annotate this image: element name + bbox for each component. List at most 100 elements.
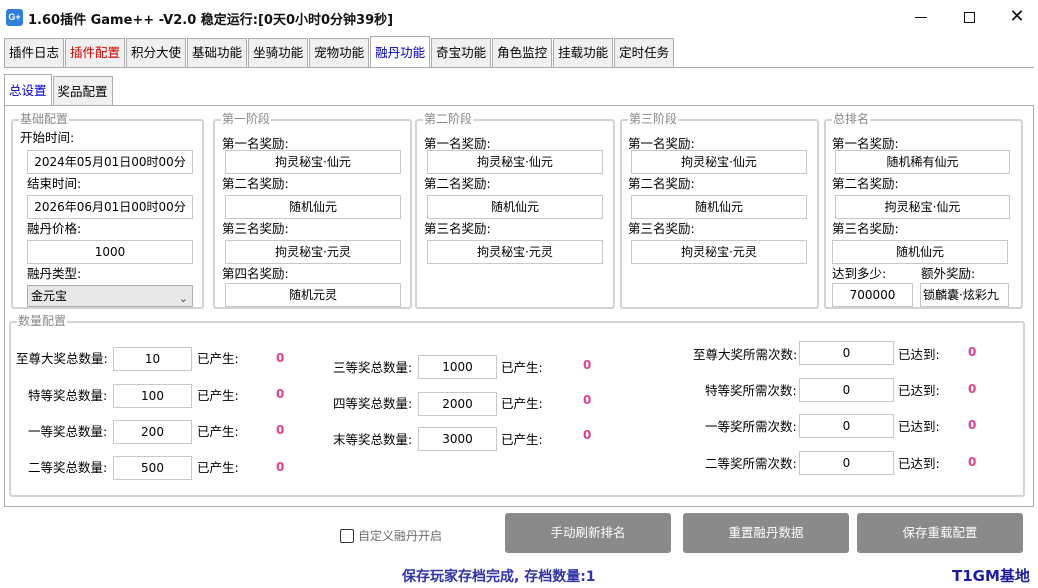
refresh-ranking-button[interactable]: 手动刷新排名 bbox=[505, 513, 671, 553]
tab-basic-functions[interactable]: 基础功能 bbox=[187, 38, 248, 67]
stage1-fourth-field[interactable]: 随机元灵 bbox=[225, 283, 401, 307]
second-required-label: 二等奖所需次数: bbox=[705, 456, 797, 471]
stage1-first-field[interactable]: 拘灵秘宝·仙元 bbox=[225, 150, 401, 174]
stage2-first-field[interactable]: 拘灵秘宝·仙元 bbox=[427, 150, 603, 174]
maximize-button[interactable] bbox=[944, 0, 994, 34]
stage3-third-field[interactable]: 拘灵秘宝·元灵 bbox=[631, 240, 807, 264]
last-prize-total-label: 末等奖总数量: bbox=[333, 432, 413, 447]
tab-role-monitor[interactable]: 角色监控 bbox=[492, 38, 553, 67]
tab-mount-functions[interactable]: 坐骑功能 bbox=[248, 38, 309, 67]
stage1-second-field[interactable]: 随机仙元 bbox=[225, 195, 401, 219]
stage1-third-field[interactable]: 拘灵秘宝·元灵 bbox=[225, 240, 401, 264]
main-tabs: 插件日志 插件配置 积分大使 基础功能 坐骑功能 宠物功能 融丹功能 奇宝功能 … bbox=[4, 36, 675, 68]
sub-tabs: 总设置 奖品配置 bbox=[4, 74, 114, 106]
close-icon: ✕ bbox=[1009, 6, 1025, 27]
fusion-price-field[interactable]: 1000 bbox=[27, 240, 193, 264]
second-required-field[interactable]: 0 bbox=[799, 451, 894, 475]
first-required-field[interactable]: 0 bbox=[799, 414, 894, 438]
custom-fusion-toggle[interactable]: 自定义融丹开启 bbox=[340, 527, 442, 544]
second-prize-total-field[interactable]: 500 bbox=[113, 456, 192, 480]
window-title: 1.60插件 Game++ -V2.0 稳定运行:[0天0小时0分钟39秒] bbox=[28, 13, 394, 28]
third-produced-count: 0 bbox=[583, 358, 592, 372]
tab-scheduled-tasks[interactable]: 定时任务 bbox=[614, 38, 675, 67]
subtab-general-settings[interactable]: 总设置 bbox=[4, 74, 52, 106]
maximize-icon bbox=[963, 11, 975, 23]
stage3-third-label: 第三名奖励: bbox=[628, 221, 695, 236]
supreme-produced-count: 0 bbox=[276, 351, 285, 365]
stage3-second-field[interactable]: 随机仙元 bbox=[631, 195, 807, 219]
custom-fusion-label: 自定义融丹开启 bbox=[358, 529, 443, 543]
second-produced-label: 已产生: bbox=[197, 460, 239, 475]
first-prize-total-label: 一等奖总数量: bbox=[28, 424, 108, 439]
reach-amount-field[interactable]: 700000 bbox=[832, 283, 913, 307]
subtab-prize-config[interactable]: 奖品配置 bbox=[52, 76, 113, 106]
reach-amount-label: 达到多少: bbox=[832, 266, 887, 281]
special-reached-label: 已达到: bbox=[898, 383, 940, 398]
start-time-label: 开始时间: bbox=[20, 130, 75, 145]
close-button[interactable]: ✕ bbox=[992, 0, 1038, 34]
special-produced-label: 已产生: bbox=[197, 388, 239, 403]
tab-points-ambassador[interactable]: 积分大使 bbox=[126, 38, 187, 67]
stage2-first-label: 第一名奖励: bbox=[424, 136, 491, 151]
third-prize-total-field[interactable]: 1000 bbox=[418, 355, 497, 379]
fusion-type-label: 融丹类型: bbox=[27, 266, 82, 281]
fourth-prize-total-field[interactable]: 2000 bbox=[418, 392, 497, 416]
stage1-second-label: 第二名奖励: bbox=[222, 176, 289, 191]
total-first-field[interactable]: 随机稀有仙元 bbox=[835, 150, 1010, 174]
start-time-field[interactable]: 2024年05月01日00时00分 bbox=[27, 150, 193, 174]
stage2-second-label: 第二名奖励: bbox=[424, 176, 491, 191]
custom-fusion-checkbox[interactable] bbox=[340, 528, 354, 543]
total-rank-title: 总排名 bbox=[832, 112, 871, 127]
total-second-field[interactable]: 拘灵秘宝·仙元 bbox=[835, 195, 1010, 219]
tab-hook-functions[interactable]: 挂载功能 bbox=[553, 38, 614, 67]
tab-pet-functions[interactable]: 宠物功能 bbox=[309, 38, 370, 67]
app-logo-icon: G+ bbox=[6, 9, 23, 26]
tab-treasure-functions[interactable]: 奇宝功能 bbox=[431, 38, 492, 67]
minimize-button[interactable] bbox=[896, 0, 946, 34]
stage2-second-field[interactable]: 随机仙元 bbox=[427, 195, 603, 219]
tab-plugin-log[interactable]: 插件日志 bbox=[4, 38, 65, 67]
tab-plugin-config[interactable]: 插件配置 bbox=[65, 38, 126, 67]
tab-divider bbox=[4, 67, 1034, 68]
end-time-field[interactable]: 2026年06月01日00时00分 bbox=[27, 195, 193, 219]
save-reload-config-button[interactable]: 保存重载配置 bbox=[857, 513, 1023, 553]
total-third-label: 第三名奖励: bbox=[832, 221, 899, 236]
extra-reward-label: 额外奖励: bbox=[921, 266, 976, 281]
last-prize-total-field[interactable]: 3000 bbox=[418, 427, 497, 451]
first-reached-label: 已达到: bbox=[898, 419, 940, 434]
title-bar: G+ 1.60插件 Game++ -V2.0 稳定运行:[0天0小时0分钟39秒… bbox=[0, 0, 1038, 36]
stage2-third-field[interactable]: 拘灵秘宝·元灵 bbox=[427, 240, 603, 264]
stage1-title: 第一阶段 bbox=[221, 112, 272, 127]
reset-fusion-data-button[interactable]: 重置融丹数据 bbox=[683, 513, 849, 553]
extra-reward-field[interactable]: 锁麟囊·炫彩九 bbox=[920, 283, 1009, 307]
stage2-third-label: 第三名奖励: bbox=[424, 221, 491, 236]
stage3-first-field[interactable]: 拘灵秘宝·仙元 bbox=[631, 150, 807, 174]
total-third-field[interactable]: 随机仙元 bbox=[832, 240, 1008, 264]
second-prize-total-label: 二等奖总数量: bbox=[28, 460, 108, 475]
status-message: 保存玩家存档完成, 存档数量:1 bbox=[402, 569, 596, 585]
fourth-produced-label: 已产生: bbox=[501, 396, 543, 411]
supreme-required-field[interactable]: 0 bbox=[799, 341, 894, 365]
special-prize-total-field[interactable]: 100 bbox=[113, 384, 192, 408]
stage1-first-label: 第一名奖励: bbox=[222, 136, 289, 151]
fusion-type-select[interactable]: 金元宝 ⌄ bbox=[27, 285, 193, 307]
stage1-fourth-label: 第四名奖励: bbox=[222, 266, 289, 281]
fusion-price-label: 融丹价格: bbox=[27, 221, 82, 236]
first-prize-total-field[interactable]: 200 bbox=[113, 420, 192, 444]
supreme-reached-label: 已达到: bbox=[898, 347, 940, 362]
last-produced-count: 0 bbox=[583, 428, 592, 442]
stage3-title: 第三阶段 bbox=[628, 112, 679, 127]
quantity-config-title: 数量配置 bbox=[17, 314, 68, 329]
end-time-label: 结束时间: bbox=[27, 176, 82, 191]
stage1-third-label: 第三名奖励: bbox=[222, 221, 289, 236]
tab-fusion-functions[interactable]: 融丹功能 bbox=[370, 36, 431, 67]
last-produced-label: 已产生: bbox=[501, 432, 543, 447]
special-required-field[interactable]: 0 bbox=[799, 378, 894, 402]
special-prize-total-label: 特等奖总数量: bbox=[28, 388, 108, 403]
supreme-reached-count: 0 bbox=[968, 345, 977, 359]
stage2-title: 第二阶段 bbox=[423, 112, 474, 127]
minimize-icon bbox=[915, 16, 927, 18]
supreme-prize-total-field[interactable]: 10 bbox=[113, 347, 192, 371]
supreme-produced-label: 已产生: bbox=[197, 351, 239, 366]
chevron-down-icon: ⌄ bbox=[178, 292, 188, 305]
